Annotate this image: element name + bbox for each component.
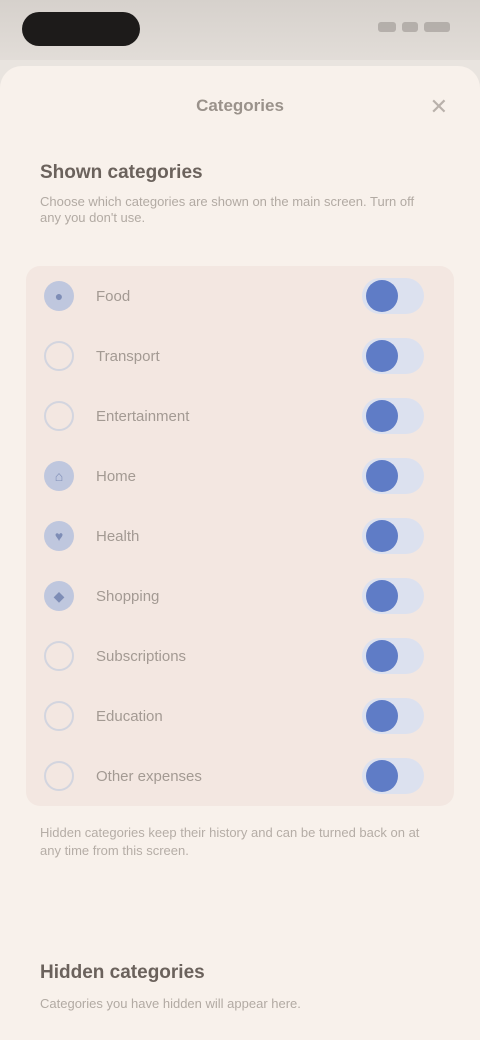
list-item: Transport (26, 326, 454, 386)
toggle-knob (366, 460, 398, 492)
category-label: Food (96, 287, 131, 305)
wifi-icon (402, 22, 418, 32)
toggle-knob (366, 760, 398, 792)
category-toggle[interactable] (362, 698, 424, 734)
category-toggle[interactable] (362, 518, 424, 554)
category-label: Subscriptions (96, 647, 187, 665)
list-item: ⌂ Home (26, 446, 454, 506)
category-list: ● Food Transport Entertainment ⌂ Home ♥ … (26, 266, 454, 806)
shown-section-title: Shown categories (40, 162, 203, 183)
list-item: ♥ Health (26, 506, 454, 566)
categories-sheet: Categories ✕ Shown categories Choose whi… (0, 66, 480, 1040)
category-label: Home (96, 467, 137, 485)
heart-icon: ♥ (44, 521, 74, 551)
sheet-title: Categories (196, 96, 284, 115)
list-item: ● Food (26, 266, 454, 326)
signal-icon (378, 22, 396, 32)
category-label: Entertainment (96, 407, 190, 425)
list-item: Entertainment (26, 386, 454, 446)
hidden-section-description: Categories you have hidden will appear h… (40, 996, 301, 1011)
toggle-knob (366, 520, 398, 552)
category-label: Health (96, 527, 140, 545)
category-label: Transport (96, 347, 160, 365)
toggle-knob (366, 580, 398, 612)
category-toggle[interactable] (362, 278, 424, 314)
category-label: Shopping (96, 587, 160, 605)
list-item: Other expenses (26, 746, 454, 806)
category-toggle[interactable] (362, 638, 424, 674)
battery-icon (424, 22, 450, 32)
toggle-knob (366, 700, 398, 732)
car-icon (44, 341, 74, 371)
status-bar (0, 0, 480, 60)
status-icons (370, 22, 450, 34)
home-icon: ⌂ (44, 461, 74, 491)
list-item: Subscriptions (26, 626, 454, 686)
footnote: Hidden categories keep their history and… (40, 825, 420, 858)
category-toggle[interactable] (362, 338, 424, 374)
hidden-section-title: Hidden categories (40, 962, 205, 983)
toggle-knob (366, 400, 398, 432)
ticket-icon (44, 401, 74, 431)
category-label: Education (96, 707, 163, 725)
close-icon[interactable]: ✕ (430, 96, 448, 118)
food-icon: ● (44, 281, 74, 311)
category-toggle[interactable] (362, 758, 424, 794)
book-icon (44, 701, 74, 731)
toggle-knob (366, 340, 398, 372)
bag-icon: ◆ (44, 581, 74, 611)
list-item: Education (26, 686, 454, 746)
toggle-knob (366, 640, 398, 672)
category-label: Other expenses (96, 767, 202, 785)
dots-icon (44, 761, 74, 791)
list-item: ◆ Shopping (26, 566, 454, 626)
toggle-knob (366, 280, 398, 312)
category-toggle[interactable] (362, 578, 424, 614)
dynamic-island (22, 12, 140, 46)
category-toggle[interactable] (362, 398, 424, 434)
shown-section-description: Choose which categories are shown on the… (40, 194, 415, 225)
repeat-icon (44, 641, 74, 671)
category-toggle[interactable] (362, 458, 424, 494)
